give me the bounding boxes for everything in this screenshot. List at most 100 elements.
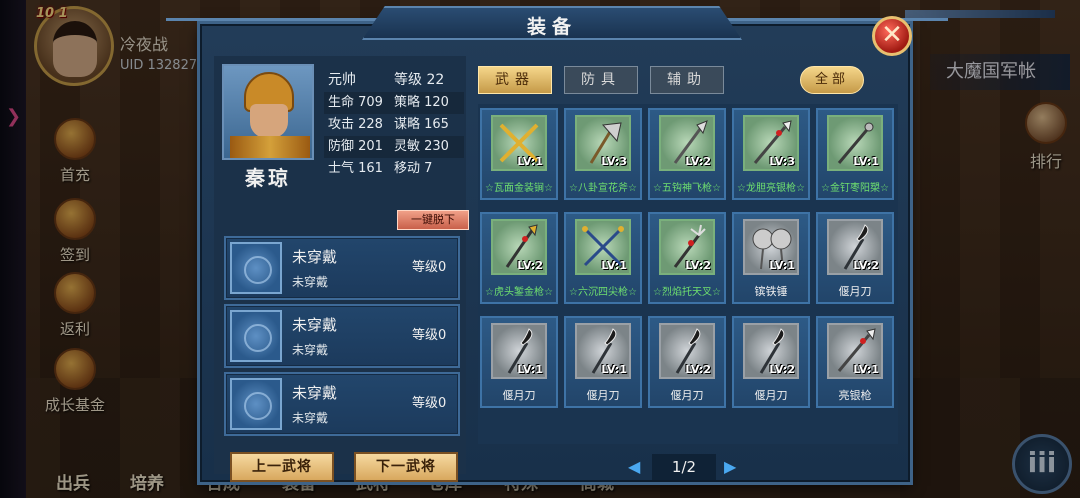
crescent-blade-icon: LV:2 [827, 219, 883, 275]
item-cell[interactable]: LV:2 ☆虎头錾金枪☆ [480, 212, 558, 304]
item-cell[interactable]: LV:1 镔铁锤 [732, 212, 810, 304]
item-cell[interactable]: LV:2 ☆烈焰托天叉☆ [648, 212, 726, 304]
silver-spear-icon: LV:1 [827, 323, 883, 379]
hero-name: 秦琼 [245, 166, 291, 190]
item-name: ☆龙胆亮银枪☆ [737, 183, 805, 194]
item-level: LV:3 [601, 155, 627, 168]
dialog-header: 装备 [362, 6, 742, 40]
crescent-blade-icon: LV:2 [743, 323, 799, 379]
crescent-blade-icon: LV:1 [575, 323, 631, 379]
prev-page-icon[interactable]: ◀ [628, 454, 640, 480]
slot-name: 未穿戴 [292, 384, 338, 402]
hero-title: 元帅 [328, 72, 356, 88]
stat-value: 攻击 228 [328, 117, 383, 132]
equip-slot[interactable]: 未穿戴 未穿戴 等级0 [224, 372, 460, 436]
item-cell[interactable]: LV:3 ☆龙胆亮银枪☆ [732, 108, 810, 200]
item-level: LV:1 [853, 155, 879, 168]
next-page-icon[interactable]: ▶ [724, 454, 736, 480]
remove-all-button[interactable]: 一键脱下 [397, 210, 469, 230]
item-level: LV:2 [685, 155, 711, 168]
item-cell[interactable]: LV:3 ☆八卦宣花斧☆ [564, 108, 642, 200]
item-name: 偃月刀 [586, 389, 620, 402]
item-level: LV:2 [769, 363, 795, 376]
tab-weapon[interactable]: 武器 [478, 66, 552, 94]
portrait-armor [230, 136, 310, 158]
item-cell[interactable]: LV:1 ☆六沉四尖枪☆ [564, 212, 642, 304]
item-level: LV:2 [853, 259, 879, 272]
hero-panel: 秦琼 元帅 等级 22 生命 709 策略 120 攻击 228 谋略 165 … [214, 56, 469, 482]
stat-value: 士气 161 [328, 161, 383, 176]
tab-aux[interactable]: 辅助 [650, 66, 724, 94]
iron-hammer-icon: LV:1 [743, 219, 799, 275]
item-cell[interactable]: LV:1 偃月刀 [564, 316, 642, 408]
item-grid: LV:1 ☆瓦面金装锏☆ LV:3 ☆八卦宣花斧☆ LV:2 ☆五钩神飞枪☆ LV:3 ☆龙胆… [478, 104, 898, 444]
prev-hero-button[interactable]: 上一武将 [230, 452, 334, 482]
next-hero-button[interactable]: 下一武将 [354, 452, 458, 482]
inventory-panel: 武器 防具 辅助 全部 LV:1 ☆瓦面金装锏☆ LV:3 ☆八卦宣花斧☆ LV:2 ☆五… [474, 56, 902, 480]
silver-spear-icon: LV:3 [743, 115, 799, 171]
mace-spear-icon: LV:1 [827, 115, 883, 171]
item-cell[interactable]: LV:2 ☆五钩神飞枪☆ [648, 108, 726, 200]
empty-slot-icon [230, 242, 282, 294]
item-level: LV:3 [769, 155, 795, 168]
twin-maces-icon: LV:1 [491, 115, 547, 171]
empty-slot-icon [230, 378, 282, 430]
item-level: LV:2 [517, 259, 543, 272]
slot-level: 等级0 [412, 396, 447, 411]
hero-stats: 元帅 等级 22 生命 709 策略 120 攻击 228 谋略 165 防御 … [324, 68, 464, 180]
item-name: ☆虎头錾金枪☆ [485, 287, 553, 298]
crescent-blade-icon: LV:2 [659, 323, 715, 379]
item-level: LV:2 [685, 363, 711, 376]
item-name: ☆金钉枣阳槊☆ [821, 183, 889, 194]
tab-all[interactable]: 全部 [800, 66, 864, 94]
hero-portrait [222, 64, 314, 160]
dialog-title: 装备 [526, 16, 577, 38]
stat-row: 士气 161 移动 7 [324, 158, 464, 180]
stat-row: 攻击 228 谋略 165 [324, 114, 464, 136]
item-level: LV:2 [685, 259, 711, 272]
page-indicator: 1/2 [652, 454, 716, 480]
item-cell[interactable]: LV:2 偃月刀 [816, 212, 894, 304]
battle-axe-icon: LV:3 [575, 115, 631, 171]
stat-row: 生命 709 策略 120 [324, 92, 464, 114]
tab-armor[interactable]: 防具 [564, 66, 638, 94]
item-name: 偃月刀 [670, 389, 704, 402]
item-name: ☆瓦面金装锏☆ [485, 183, 553, 194]
stat-value: 灵敏 230 [394, 139, 449, 154]
equip-slot[interactable]: 未穿戴 未穿戴 等级0 [224, 304, 460, 368]
pager: ◀ 1/2 ▶ [624, 454, 764, 480]
equip-slot[interactable]: 未穿戴 未穿戴 等级0 [224, 236, 460, 300]
close-icon: ✕ [881, 20, 903, 50]
item-cell[interactable]: LV:1 亮银枪 [816, 316, 894, 408]
stat-row: 防御 201 灵敏 230 [324, 136, 464, 158]
empty-slot-icon [230, 310, 282, 362]
stat-value: 生命 709 [328, 95, 383, 110]
item-cell[interactable]: LV:1 偃月刀 [480, 316, 558, 408]
close-button[interactable]: ✕ [872, 16, 912, 56]
gold-spear-icon: LV:2 [491, 219, 547, 275]
crescent-blade-icon: LV:1 [491, 323, 547, 379]
stat-value: 移动 7 [394, 161, 433, 176]
item-name: ☆八卦宣花斧☆ [569, 183, 637, 194]
item-name: 亮银枪 [838, 389, 872, 402]
slot-subtitle: 未穿戴 [292, 275, 329, 289]
item-cell[interactable]: LV:1 ☆金钉枣阳槊☆ [816, 108, 894, 200]
item-name: ☆烈焰托天叉☆ [653, 287, 721, 298]
item-name: 镔铁锤 [754, 285, 788, 298]
item-level: LV:1 [853, 363, 879, 376]
item-name: 偃月刀 [838, 285, 872, 298]
crossed-spears-icon: LV:1 [575, 219, 631, 275]
slot-name: 未穿戴 [292, 316, 338, 334]
slot-level: 等级0 [412, 260, 447, 275]
item-cell[interactable]: LV:2 偃月刀 [648, 316, 726, 408]
item-level: LV:1 [601, 259, 627, 272]
stat-value: 谋略 165 [394, 117, 449, 132]
stat-row: 元帅 等级 22 [324, 68, 464, 92]
item-level: LV:1 [769, 259, 795, 272]
hook-spear-icon: LV:2 [659, 115, 715, 171]
item-cell[interactable]: LV:1 ☆瓦面金装锏☆ [480, 108, 558, 200]
item-cell[interactable]: LV:2 偃月刀 [732, 316, 810, 408]
trident-icon: LV:2 [659, 219, 715, 275]
slot-subtitle: 未穿戴 [292, 411, 329, 425]
item-name: 偃月刀 [502, 389, 536, 402]
